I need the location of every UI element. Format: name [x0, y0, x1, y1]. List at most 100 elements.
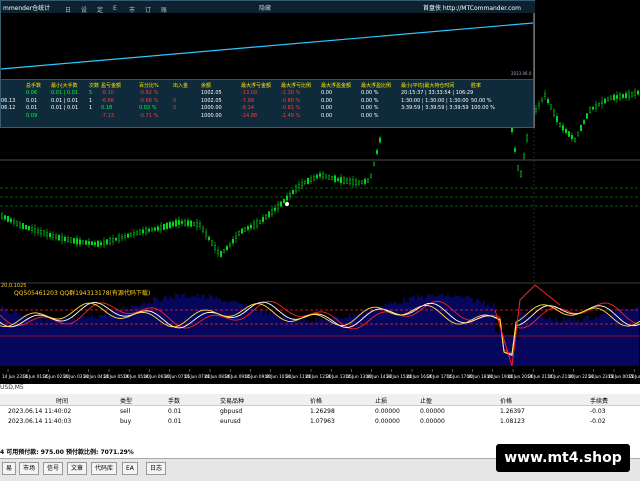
terminal-tab[interactable]: 信号: [43, 462, 64, 475]
trade-cell: 0.01: [168, 418, 182, 425]
candle-body: [52, 234, 55, 238]
candle-body: [81, 240, 84, 245]
candle-body: [346, 178, 349, 184]
terminal-tab[interactable]: 代码库: [91, 462, 118, 475]
trade-header[interactable]: 类型: [120, 396, 132, 405]
stats-header: 最大浮盈金额: [321, 83, 352, 89]
panel-title-bar: mmender仓统计 日设定E市订账户 隐藏 首盘侠 http://MTComm…: [1, 1, 535, 23]
candle-body: [147, 228, 150, 232]
candle-body: [213, 245, 216, 250]
stats-cell: 0.00 %: [361, 112, 379, 119]
stats-panel: mmender仓统计 日设定E市订账户 隐藏 首盘侠 http://MTComm…: [0, 0, 535, 128]
candle-body: [9, 218, 12, 223]
panel-menu-item[interactable]: E: [113, 5, 117, 12]
candle-body: [343, 177, 346, 184]
candle-body: [541, 98, 544, 102]
candle-body: [259, 220, 262, 224]
candle-body: [544, 93, 547, 97]
candle-body: [610, 95, 613, 101]
terminal-tab[interactable]: 日志: [146, 462, 167, 475]
candle-body: [289, 193, 292, 197]
stats-header: 余额: [201, 83, 212, 89]
trade-cell: -0.03: [590, 408, 606, 415]
candle-body: [75, 238, 78, 245]
candle-body: [268, 211, 271, 218]
trade-header[interactable]: 价格: [500, 396, 512, 405]
trade-row[interactable]: 2023.06.14 11:40:03 buy 0.01 eurusd 1.07963 0…: [0, 416, 640, 427]
candle-body: [12, 220, 15, 224]
candle-body: [562, 125, 565, 131]
candle-body: [63, 236, 66, 242]
candle-body: [625, 93, 628, 98]
hide-button[interactable]: 隐藏: [259, 3, 271, 12]
terminal-tab[interactable]: 文章: [67, 462, 88, 475]
candle-body: [234, 235, 237, 239]
stats-cell: 0: [173, 105, 177, 111]
trade-cell: 0.00000: [375, 408, 400, 415]
candle-body: [105, 239, 108, 245]
stats-header: 盈亏金额: [101, 83, 122, 89]
stats-cell: 1000.00: [201, 105, 222, 111]
stats-cell: 0.00 %: [361, 90, 379, 96]
candle-body: [637, 90, 640, 95]
candle-body: [322, 173, 325, 178]
stats-cell: 0.00 %: [361, 105, 379, 111]
stats-header: 最大浮盈比例: [361, 83, 392, 89]
trade-cell: 1.26298: [310, 408, 335, 415]
stats-cell: 0.00: [321, 97, 333, 104]
stats-cell: -0.71 %: [139, 112, 159, 119]
trade-header[interactable]: 止损: [375, 396, 387, 405]
candle-body: [514, 148, 517, 152]
trade-header[interactable]: 手续费: [590, 396, 608, 405]
candle-body: [571, 135, 574, 139]
stats-cell: -8.10: [101, 90, 114, 96]
stats-cell: 0.06: [26, 90, 38, 96]
candle-body: [207, 236, 210, 241]
stats-header: 次数: [89, 83, 100, 89]
candle-body: [6, 216, 9, 222]
candle-body: [559, 123, 562, 127]
candle-body: [601, 101, 604, 105]
stats-cell: 1:30:00 | 1:30:00 | 1:30:00: [401, 97, 469, 104]
candle-body: [46, 231, 49, 237]
brand-link[interactable]: 首盘侠 http://MTCommander.com: [423, 3, 521, 12]
symbol-tab[interactable]: USD,M5: [0, 384, 24, 391]
trade-header[interactable]: 价格: [310, 396, 322, 405]
stats-header: 最小|大手数: [51, 83, 78, 89]
trade-cell: 1.07963: [310, 418, 335, 425]
stats-header: 最大浮亏金额: [241, 83, 272, 89]
trade-list-header: 时间 类型 手数 交易品种 价格 止损 止盈 价格 手续费: [0, 394, 640, 406]
candle-body: [556, 116, 559, 122]
candle-body: [358, 181, 361, 185]
candle-body: [580, 124, 583, 132]
equity-date: 2023.06.0: [511, 71, 532, 76]
terminal-tab[interactable]: 易: [2, 462, 17, 475]
candle-body: [283, 199, 286, 203]
candle-body: [520, 171, 523, 177]
candle-body: [622, 94, 625, 98]
candle-body: [168, 221, 171, 229]
terminal-tab[interactable]: EA: [122, 462, 138, 475]
terminal-tab[interactable]: 市场: [19, 462, 40, 475]
trade-header[interactable]: 交易品种: [220, 396, 244, 405]
candle-body: [271, 209, 274, 215]
indicator-prefix: 20,0.1025: [1, 283, 26, 289]
trade-header[interactable]: 止盈: [420, 396, 432, 405]
stats-header: 胜率: [471, 83, 482, 89]
candle-body: [367, 178, 370, 183]
candle-body: [171, 221, 174, 227]
candle-body: [225, 245, 228, 251]
candle-body: [198, 223, 201, 227]
trade-header[interactable]: 时间: [56, 396, 68, 405]
candle-body: [34, 228, 37, 233]
candle-body: [99, 242, 102, 246]
candle-body: [517, 165, 520, 171]
candle-body: [547, 98, 550, 104]
trade-header[interactable]: 手数: [168, 396, 180, 405]
candle-body: [280, 201, 283, 207]
stats-cell: 0.01 | 0.01: [51, 97, 79, 104]
trade-cell: 0.01: [168, 408, 182, 415]
stats-cell: 1000.00: [201, 112, 222, 119]
candle-body: [135, 230, 138, 236]
candle-body: [96, 240, 99, 247]
